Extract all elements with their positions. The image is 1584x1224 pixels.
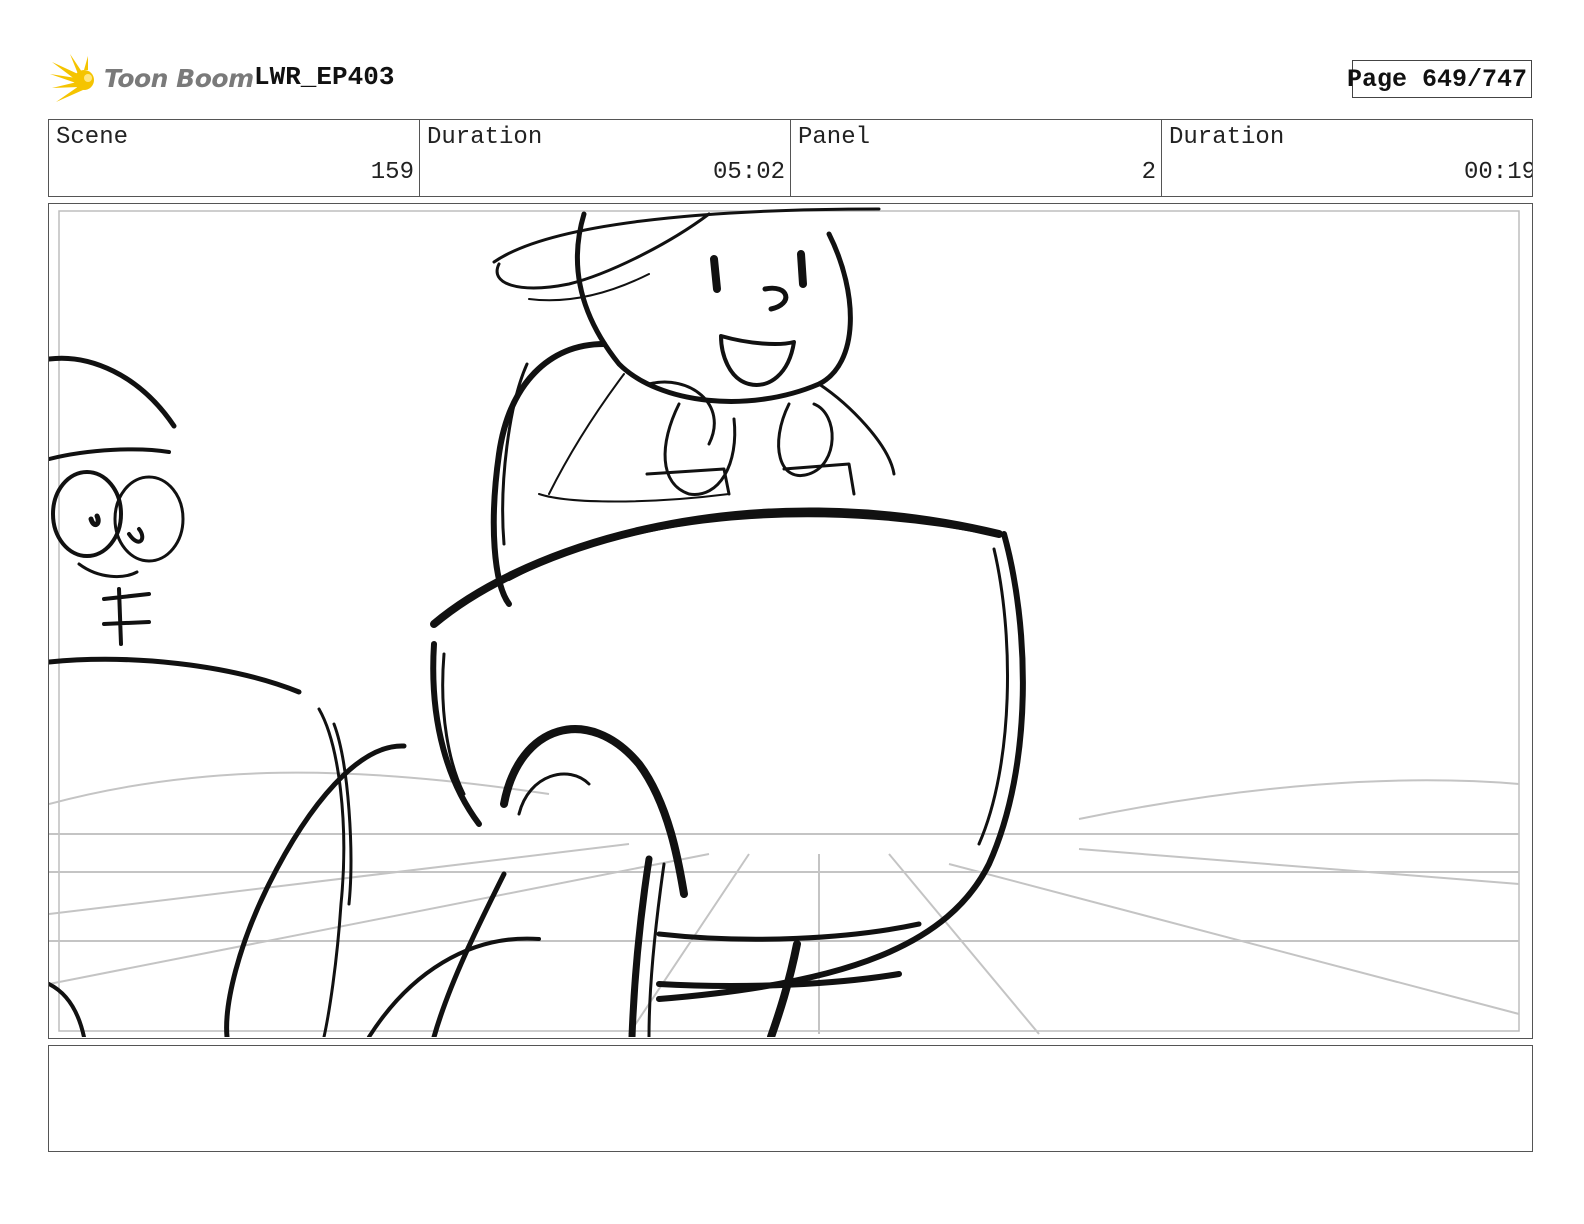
toon-boom-logo-icon	[50, 54, 94, 102]
scene-cell: Scene 159	[49, 120, 420, 196]
scene-duration-cell: Duration 05:02	[420, 120, 791, 196]
panel-duration-clip: Duration 00:19	[1162, 120, 1532, 196]
notes-box	[48, 1045, 1533, 1152]
info-table: Scene 159 Duration 05:02 Panel 2 Duratio…	[48, 119, 1533, 197]
scene-duration-label: Duration	[427, 124, 543, 151]
storyboard-panel	[48, 203, 1533, 1039]
panel-label: Panel	[798, 124, 871, 151]
scene-duration-value: 05:02	[712, 159, 785, 186]
logo-text: Toon Boom	[104, 64, 254, 93]
scene-label: Scene	[56, 124, 129, 151]
panel-value: 2	[1141, 159, 1156, 186]
panel-duration-cell: Duration 00:19	[1162, 120, 1532, 196]
page-indicator: Page 649/747	[1347, 60, 1532, 98]
panel-duration-value: 00:19	[1463, 159, 1532, 186]
storyboard-sketch-image	[49, 207, 1520, 1037]
panel-cell: Panel 2	[791, 120, 1162, 196]
scene-value: 159	[370, 159, 414, 186]
page-label: Page 649/747	[1346, 64, 1527, 94]
panel-duration-label: Duration	[1169, 124, 1285, 151]
project-title: LWR_EP403	[254, 62, 395, 92]
